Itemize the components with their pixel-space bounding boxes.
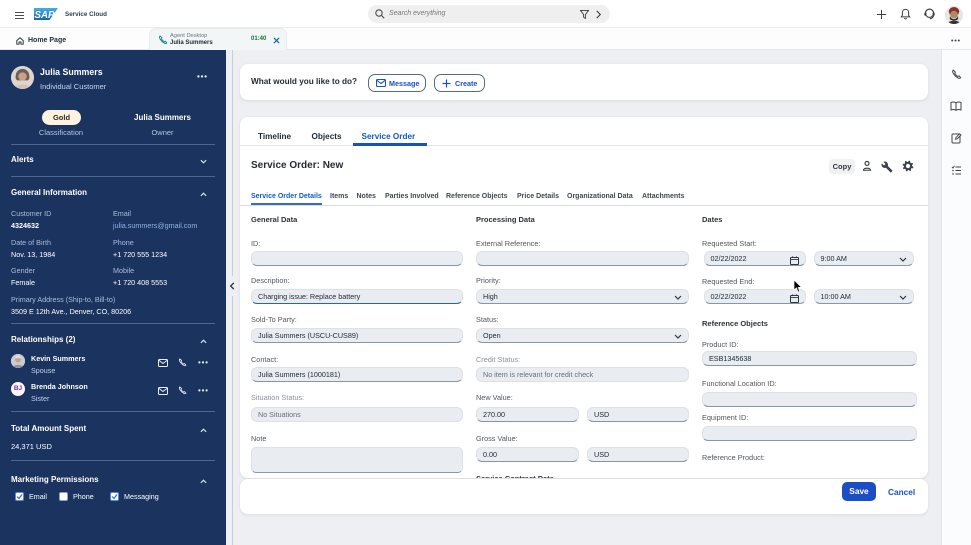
- svg-text:SAP: SAP: [35, 10, 56, 20]
